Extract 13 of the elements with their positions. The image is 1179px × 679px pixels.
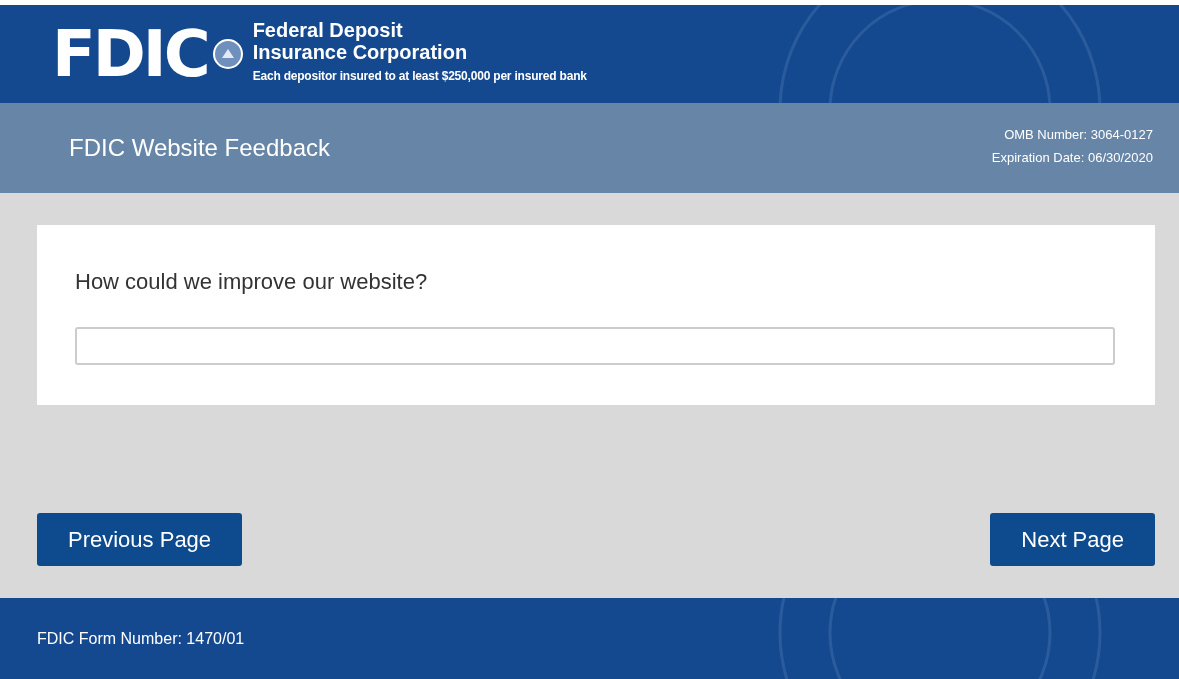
answer-field[interactable] bbox=[75, 327, 1115, 365]
logo-text: FDIC bbox=[52, 22, 209, 86]
tagline: Each depositor insured to at least $250,000 per insured bank bbox=[252, 69, 587, 83]
form-meta-text: OMB Number: 3064-0127 bbox=[1004, 127, 1153, 142]
previous-page-button[interactable]: Previous Page bbox=[37, 513, 243, 566]
form-meta-text: Expiration Date: 06/30/2020 bbox=[991, 150, 1153, 165]
form-number: FDIC Form Number: 1470/01 bbox=[37, 629, 245, 648]
agency-name: Federal Deposit bbox=[252, 19, 404, 41]
question-label: How could we improve our website? bbox=[75, 269, 429, 295]
next-page-button[interactable]: Next Page bbox=[990, 513, 1155, 566]
seal-icon bbox=[212, 39, 243, 69]
page-title: FDIC Website Feedback bbox=[69, 134, 330, 162]
agency-name: Insurance Corporation bbox=[252, 41, 469, 63]
